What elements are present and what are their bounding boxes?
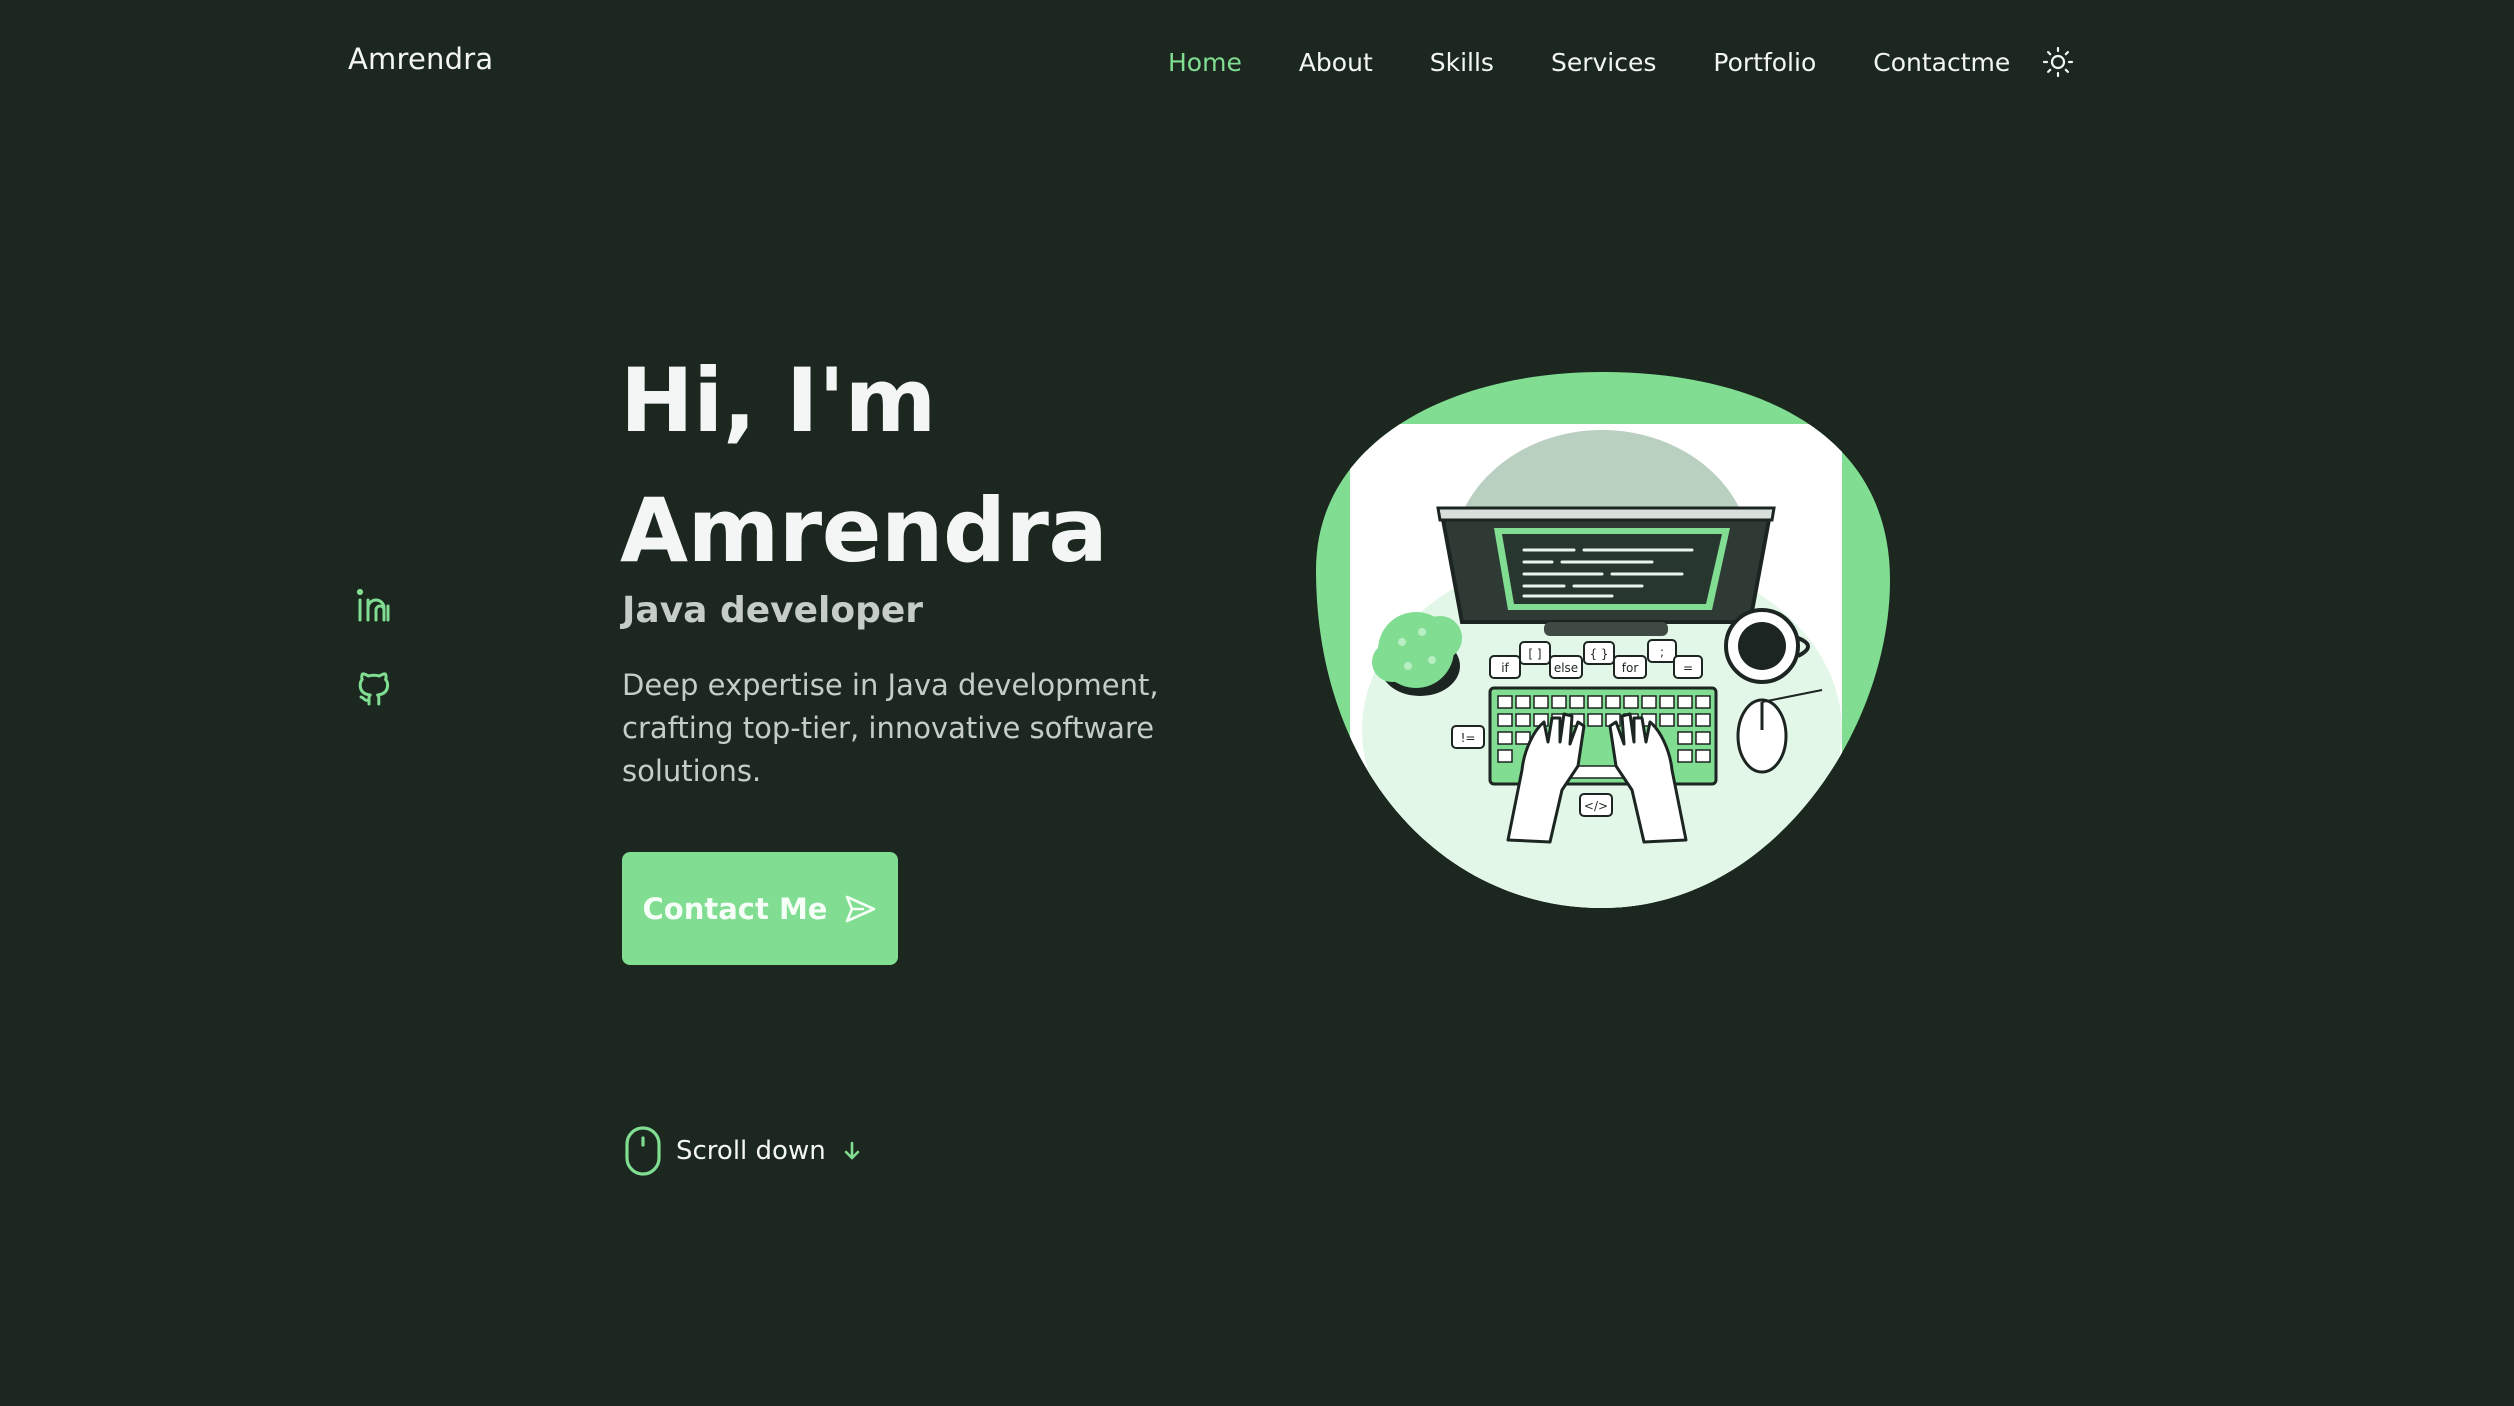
tag-semicolon: ; bbox=[1660, 645, 1664, 659]
tag-equals: = bbox=[1683, 661, 1693, 675]
hero-description: Deep expertise in Java development, craf… bbox=[622, 668, 1159, 788]
nav-item-portfolio[interactable]: Portfolio bbox=[1713, 48, 1816, 77]
nav-item-services[interactable]: Services bbox=[1551, 48, 1656, 77]
nav-item-home[interactable]: Home bbox=[1168, 48, 1242, 77]
scroll-down-link[interactable]: Scroll down bbox=[624, 1126, 864, 1176]
hero-title-greeting: Hi, I'm bbox=[620, 349, 936, 452]
laptop-graphic bbox=[1436, 506, 1776, 636]
github-icon bbox=[358, 672, 390, 706]
hero-illustration: if [ ] else { } for ; = != </> bbox=[1316, 372, 1890, 908]
hero-title: Hi, I'm Amrendra bbox=[620, 336, 1108, 596]
arrow-down-icon bbox=[844, 1141, 860, 1160]
tag-else: else bbox=[1554, 661, 1578, 675]
sun-icon bbox=[2043, 46, 2074, 78]
nav-item-contactme[interactable]: Contactme bbox=[1873, 48, 2010, 77]
nav-item-skills[interactable]: Skills bbox=[1430, 48, 1494, 77]
github-link[interactable] bbox=[354, 668, 394, 708]
tag-for: for bbox=[1622, 661, 1639, 675]
hero-title-name: Amrendra bbox=[620, 479, 1108, 582]
contact-me-button[interactable]: Contact Me bbox=[622, 852, 898, 965]
social-links bbox=[354, 586, 394, 708]
main-nav: Home About Skills Services Portfolio Con… bbox=[1168, 44, 2076, 80]
scroll-down-label: Scroll down bbox=[676, 1136, 826, 1166]
linkedin-link[interactable] bbox=[354, 586, 394, 626]
tag-if: if bbox=[1501, 661, 1509, 675]
page: Amrendra Home About Skills Services Port… bbox=[0, 0, 2514, 1406]
mouse-icon bbox=[625, 1126, 661, 1176]
send-icon bbox=[846, 895, 876, 922]
theme-toggle-button[interactable] bbox=[2040, 44, 2076, 80]
logo[interactable]: Amrendra bbox=[348, 42, 493, 76]
tag-html: </> bbox=[1584, 799, 1608, 813]
tag-braces: { } bbox=[1589, 647, 1608, 661]
contact-me-label: Contact Me bbox=[642, 891, 828, 926]
hero-subtitle: Java developer bbox=[622, 590, 924, 631]
tag-not-equal: != bbox=[1461, 731, 1476, 745]
nav-item-about[interactable]: About bbox=[1299, 48, 1373, 77]
linkedin-icon bbox=[356, 588, 390, 622]
tag-brackets: [ ] bbox=[1528, 647, 1541, 661]
